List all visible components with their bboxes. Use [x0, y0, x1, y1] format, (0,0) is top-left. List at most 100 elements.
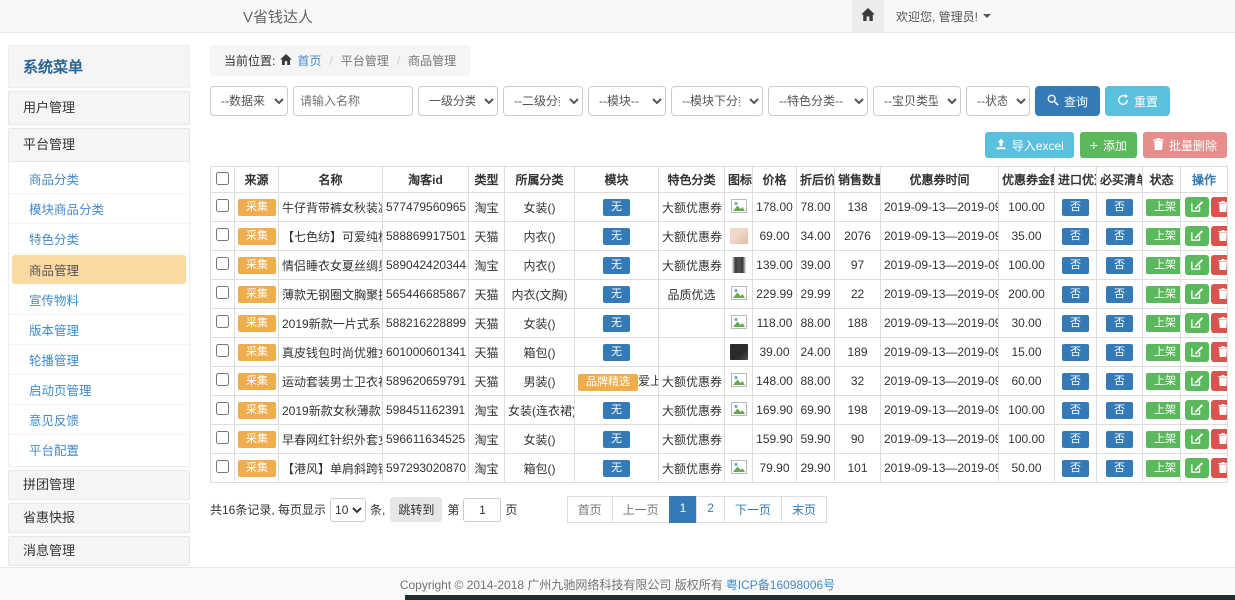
sidebar-item-carousel-mgmt[interactable]: 轮播管理 [9, 345, 189, 375]
status-badge[interactable]: 上架 [1146, 199, 1181, 216]
edit-button[interactable] [1185, 197, 1209, 217]
filter-status-select[interactable]: --状态-- [966, 86, 1030, 116]
must-buy-badge[interactable]: 否 [1106, 460, 1133, 477]
icp-link[interactable]: 粤ICP备16098006号 [726, 576, 835, 593]
edit-button[interactable] [1185, 342, 1209, 362]
import-select-badge[interactable]: 否 [1062, 257, 1089, 274]
import-excel-button[interactable]: 导入excel [985, 132, 1074, 158]
status-badge[interactable]: 上架 [1146, 344, 1181, 361]
status-badge[interactable]: 上架 [1146, 431, 1181, 448]
sidebar-item-version-mgmt[interactable]: 版本管理 [9, 315, 189, 345]
row-checkbox[interactable] [216, 315, 229, 328]
must-buy-badge[interactable]: 否 [1106, 286, 1133, 303]
row-checkbox[interactable] [216, 199, 229, 212]
sidebar-item-goods-category[interactable]: 商品分类 [9, 164, 189, 194]
must-buy-badge[interactable]: 否 [1106, 344, 1133, 361]
status-badge[interactable]: 上架 [1146, 286, 1181, 303]
must-buy-badge[interactable]: 否 [1106, 315, 1133, 332]
delete-button[interactable] [1211, 197, 1228, 217]
delete-button[interactable] [1211, 313, 1228, 333]
filter-module-sub-select[interactable]: --模块下分类-- [671, 86, 763, 116]
must-buy-badge[interactable]: 否 [1106, 431, 1133, 448]
status-badge[interactable]: 上架 [1146, 373, 1181, 390]
search-button[interactable]: 查询 [1035, 86, 1100, 116]
jump-button[interactable]: 跳转到 [390, 497, 442, 522]
filter-data-source-select[interactable]: --数据来源-- [210, 86, 288, 116]
row-checkbox[interactable] [216, 257, 229, 270]
filter-module-select[interactable]: --模块-- [588, 86, 666, 116]
delete-button[interactable] [1211, 429, 1228, 449]
import-select-badge[interactable]: 否 [1062, 228, 1089, 245]
import-select-badge[interactable]: 否 [1062, 460, 1089, 477]
sidebar-item-feedback[interactable]: 意见反馈 [9, 405, 189, 435]
row-checkbox[interactable] [216, 344, 229, 357]
import-select-badge[interactable]: 否 [1062, 373, 1089, 390]
filter-item-type-select[interactable]: --宝贝类型-- [873, 86, 961, 116]
breadcrumb-home-link[interactable]: 首页 [297, 52, 321, 69]
select-all-checkbox[interactable] [216, 172, 229, 185]
import-select-badge[interactable]: 否 [1062, 315, 1089, 332]
sidebar-item-user-mgmt[interactable]: 用户管理 [8, 91, 190, 125]
edit-button[interactable] [1185, 458, 1209, 478]
delete-button[interactable] [1211, 255, 1228, 275]
page-button-下一页[interactable]: 下一页 [724, 496, 782, 523]
page-button-末页[interactable]: 末页 [781, 496, 827, 523]
import-select-badge[interactable]: 否 [1062, 286, 1089, 303]
sidebar-item-promo-material[interactable]: 宣传物料 [9, 285, 189, 315]
status-badge[interactable]: 上架 [1146, 460, 1181, 477]
edit-button[interactable] [1185, 429, 1209, 449]
row-checkbox[interactable] [216, 431, 229, 444]
page-button-1[interactable]: 1 [669, 496, 698, 523]
edit-button[interactable] [1185, 371, 1209, 391]
filter-level2-category-select[interactable]: --二级分类-- [503, 86, 583, 116]
filter-level1-category-select[interactable]: 一级分类 [418, 86, 498, 116]
edit-button[interactable] [1185, 284, 1209, 304]
sidebar-item-module-goods-category[interactable]: 模块商品分类 [9, 194, 189, 224]
batch-delete-button[interactable]: 批量删除 [1143, 132, 1227, 158]
jump-page-input[interactable] [463, 498, 501, 522]
sidebar-item-feature-category[interactable]: 特色分类 [9, 224, 189, 254]
row-checkbox[interactable] [216, 373, 229, 386]
per-page-select[interactable]: 10 [330, 498, 366, 522]
delete-button[interactable] [1211, 342, 1228, 362]
must-buy-badge[interactable]: 否 [1106, 373, 1133, 390]
status-badge[interactable]: 上架 [1146, 315, 1181, 332]
must-buy-badge[interactable]: 否 [1106, 228, 1133, 245]
page-button-2[interactable]: 2 [696, 496, 725, 523]
reset-button[interactable]: 重置 [1105, 86, 1170, 116]
status-badge[interactable]: 上架 [1146, 257, 1181, 274]
sidebar-item-message-mgmt[interactable]: 消息管理 [8, 536, 190, 566]
delete-button[interactable] [1211, 400, 1228, 420]
sidebar-item-group-buy-mgmt[interactable]: 拼团管理 [8, 470, 190, 500]
edit-button[interactable] [1185, 400, 1209, 420]
import-select-badge[interactable]: 否 [1062, 199, 1089, 216]
edit-button[interactable] [1185, 313, 1209, 333]
must-buy-badge[interactable]: 否 [1106, 257, 1133, 274]
sidebar-item-splash-mgmt[interactable]: 启动页管理 [9, 375, 189, 405]
sidebar-item-express-news[interactable]: 省惠快报 [8, 503, 190, 533]
import-select-badge[interactable]: 否 [1062, 431, 1089, 448]
home-button[interactable] [852, 0, 884, 32]
add-button[interactable]: + 添加 [1080, 132, 1137, 158]
name-search-input[interactable] [293, 86, 413, 116]
row-checkbox[interactable] [216, 228, 229, 241]
row-checkbox[interactable] [216, 460, 229, 473]
page-button-上一页[interactable]: 上一页 [612, 496, 670, 523]
import-select-badge[interactable]: 否 [1062, 344, 1089, 361]
delete-button[interactable] [1211, 284, 1228, 304]
delete-button[interactable] [1211, 458, 1228, 478]
import-select-badge[interactable]: 否 [1062, 402, 1089, 419]
status-badge[interactable]: 上架 [1146, 402, 1181, 419]
page-button-首页[interactable]: 首页 [567, 496, 613, 523]
filter-feature-category-select[interactable]: --特色分类-- [768, 86, 868, 116]
sidebar-item-platform-mgmt[interactable]: 平台管理 [8, 128, 190, 162]
user-menu[interactable]: 欢迎您, 管理员! [884, 8, 1005, 25]
row-checkbox[interactable] [216, 402, 229, 415]
must-buy-badge[interactable]: 否 [1106, 402, 1133, 419]
edit-button[interactable] [1185, 255, 1209, 275]
sidebar-item-goods-mgmt[interactable]: 商品管理 [12, 255, 186, 284]
must-buy-badge[interactable]: 否 [1106, 199, 1133, 216]
delete-button[interactable] [1211, 226, 1228, 246]
delete-button[interactable] [1211, 371, 1228, 391]
status-badge[interactable]: 上架 [1146, 228, 1181, 245]
